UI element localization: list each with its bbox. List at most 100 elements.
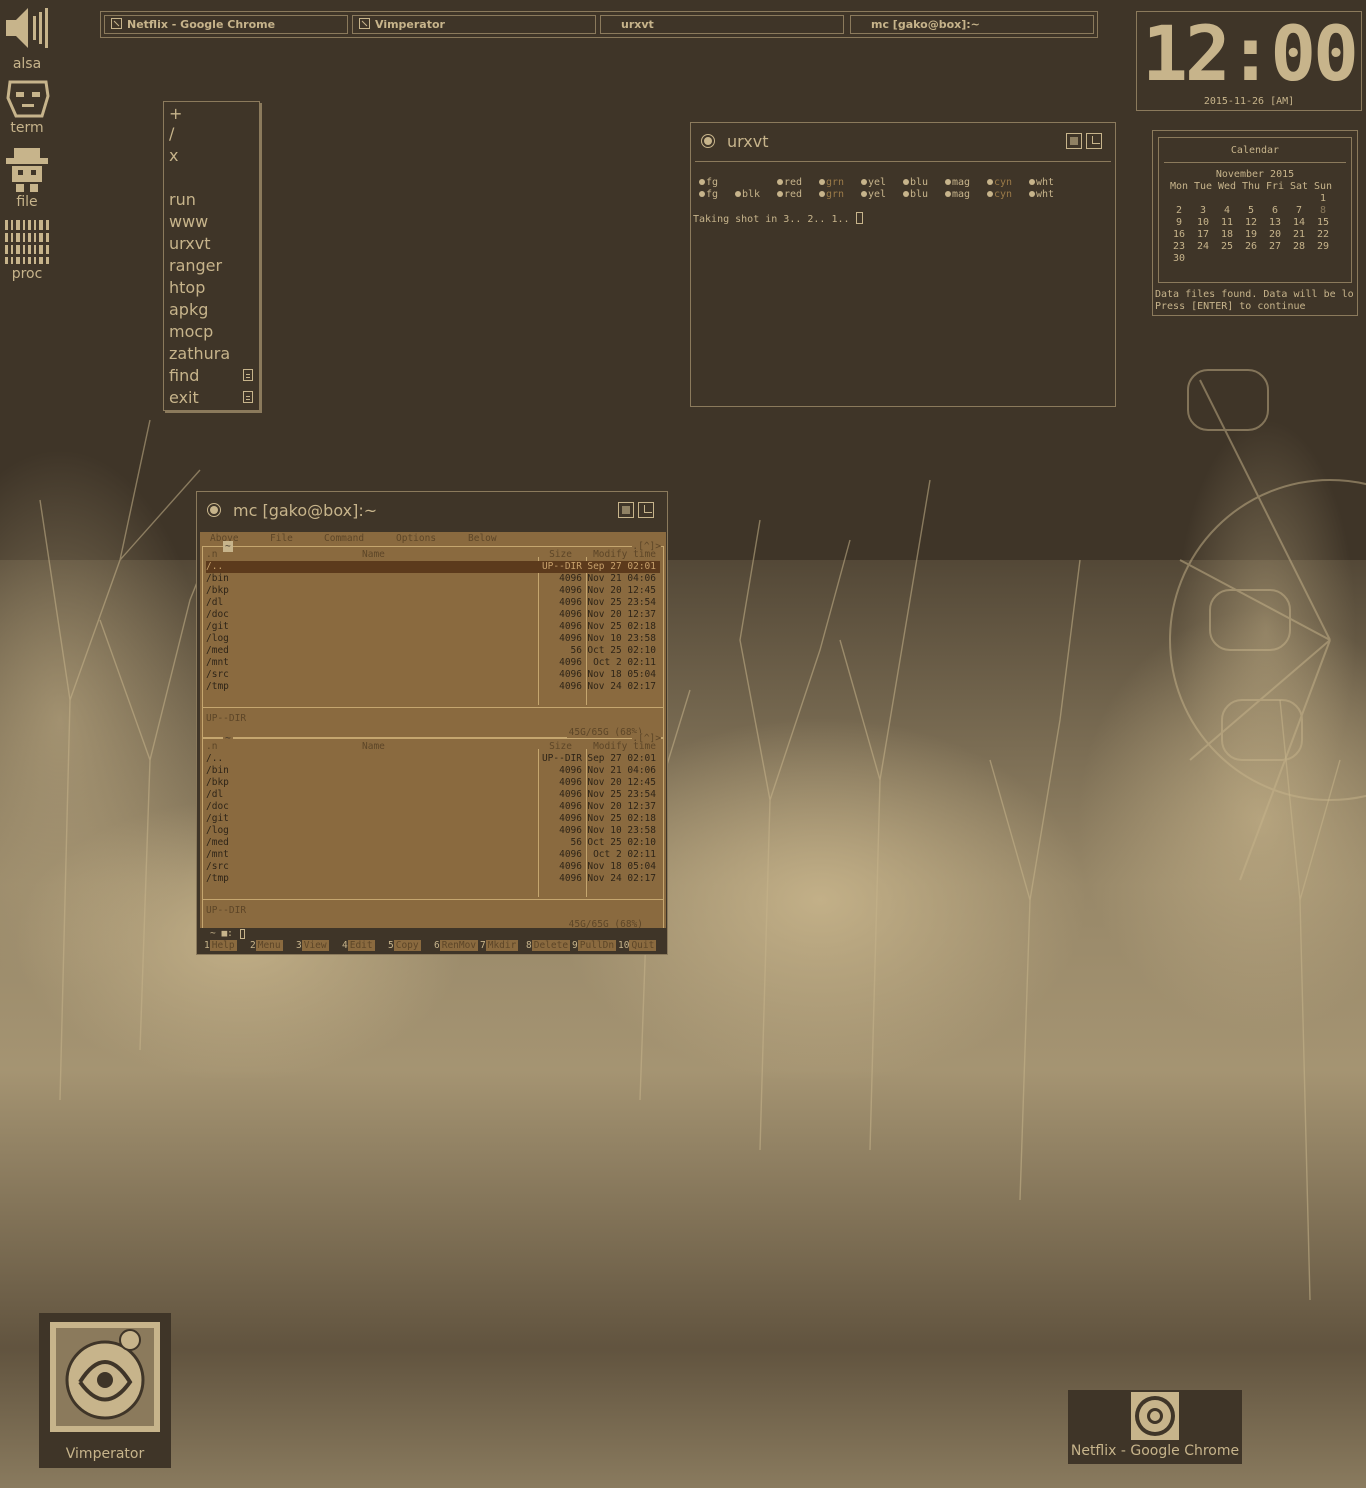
table-row[interactable]: /src 4096 Nov 18 05:04: [206, 861, 660, 873]
calendar-day[interactable]: 5: [1239, 205, 1263, 217]
menu-item-new[interactable]: +: [169, 104, 182, 123]
calendar-day[interactable]: 27: [1263, 241, 1287, 253]
table-row[interactable]: /doc 4096 Nov 20 12:37: [206, 801, 660, 813]
calendar-day[interactable]: 9: [1167, 217, 1191, 229]
task-chrome[interactable]: Netflix - Google Chrome: [104, 15, 348, 34]
close-icon[interactable]: [111, 18, 122, 29]
calendar-day[interactable]: 23: [1167, 241, 1191, 253]
table-row[interactable]: /mnt 4096 Oct 2 02:11: [206, 657, 660, 669]
table-row[interactable]: /dl 4096 Nov 25 23:54: [206, 789, 660, 801]
mc-panel-top[interactable]: ~ .[^]> .n Name Size Modify time/.. UP--DIR Sep…: [202, 541, 664, 738]
mc-menu-file[interactable]: File: [270, 533, 293, 544]
mc-fkey-view[interactable]: 3 View: [296, 940, 329, 952]
calendar-day[interactable]: 28: [1287, 241, 1311, 253]
mc-fkey-menu[interactable]: 2 Menu: [250, 940, 283, 952]
calendar-day[interactable]: 20: [1263, 229, 1287, 241]
launcher-term[interactable]: term: [0, 76, 54, 136]
calendar-day[interactable]: 17: [1191, 229, 1215, 241]
menu-item-run[interactable]: run: [169, 190, 196, 209]
menu-item-www[interactable]: www: [169, 212, 208, 231]
mc-fkey-edit[interactable]: 4 Edit: [342, 940, 375, 952]
menu-item-ranger[interactable]: ranger: [169, 256, 222, 275]
table-row[interactable]: /bkp 4096 Nov 20 12:45: [206, 585, 660, 597]
mc-fkey-mkdir[interactable]: 7 Mkdir: [480, 940, 519, 952]
menu-item-exit[interactable]: exit: [169, 388, 199, 407]
window-menu-icon[interactable]: [207, 503, 221, 517]
calendar-day[interactable]: 13: [1263, 217, 1287, 229]
iconify-icon[interactable]: [618, 502, 634, 518]
calendar-day[interactable]: 18: [1215, 229, 1239, 241]
mc-col-size[interactable]: Size: [549, 741, 572, 753]
table-row[interactable]: /log 4096 Nov 10 23:58: [206, 633, 660, 645]
task-vimperator[interactable]: Vimperator: [352, 15, 596, 34]
mc-command-line[interactable]: ~ ■:: [200, 928, 666, 940]
table-row[interactable]: /log 4096 Nov 10 23:58: [206, 825, 660, 837]
table-row[interactable]: /git 4096 Nov 25 02:18: [206, 813, 660, 825]
calendar-day[interactable]: 7: [1287, 205, 1311, 217]
mc-fkey-pulldn[interactable]: 9 PullDn: [572, 940, 617, 952]
table-row[interactable]: /med 56 Oct 25 02:10: [206, 837, 660, 849]
table-row[interactable]: /.. UP--DIR Sep 27 02:01: [206, 561, 660, 573]
table-row[interactable]: /mnt 4096 Oct 2 02:11: [206, 849, 660, 861]
mc-panel-bottom[interactable]: ~ .[^]> .n Name Size Modify time/.. UP--DIR Sep…: [202, 733, 664, 930]
table-row[interactable]: /bin 4096 Nov 21 04:06: [206, 765, 660, 777]
calendar-day[interactable]: 2: [1167, 205, 1191, 217]
calendar-day[interactable]: 22: [1311, 229, 1335, 241]
table-row[interactable]: /med 56 Oct 25 02:10: [206, 645, 660, 657]
window-titlebar[interactable]: urxvt: [691, 123, 1115, 161]
menu-item-mocp[interactable]: mocp: [169, 322, 213, 341]
mc-fkey-delete[interactable]: 8 Delete: [526, 940, 571, 952]
launcher-proc[interactable]: proc: [0, 218, 54, 282]
window-titlebar[interactable]: mc [gako@box]:~: [197, 492, 667, 530]
maximize-icon[interactable]: [1086, 133, 1102, 149]
iconify-icon[interactable]: [1066, 133, 1082, 149]
urxvt-window[interactable]: urxvt fg red grn yel blu mag cyn wht fg blk red grn…: [690, 122, 1116, 407]
calendar-day[interactable]: 24: [1191, 241, 1215, 253]
mc-menu-command[interactable]: Command: [324, 533, 364, 544]
mc-menu-options[interactable]: Options: [396, 533, 436, 544]
table-row[interactable]: /bkp 4096 Nov 20 12:45: [206, 777, 660, 789]
table-row[interactable]: /src 4096 Nov 18 05:04: [206, 669, 660, 681]
maximize-icon[interactable]: [638, 502, 654, 518]
calendar-day[interactable]: 8: [1311, 205, 1335, 217]
mc-fkey-renmov[interactable]: 6 RenMov: [434, 940, 479, 952]
calendar-day[interactable]: 1: [1311, 193, 1335, 205]
mc-col-time[interactable]: Modify time: [593, 741, 656, 753]
mc-fkey-copy[interactable]: 5 Copy: [388, 940, 421, 952]
calendar-day[interactable]: 29: [1311, 241, 1335, 253]
mc-fkey-quit[interactable]: 10 Quit: [618, 940, 657, 952]
task-urxvt[interactable]: urxvt: [600, 15, 844, 34]
table-row[interactable]: /dl 4096 Nov 25 23:54: [206, 597, 660, 609]
window-menu-icon[interactable]: [701, 134, 715, 148]
task-mc[interactable]: mc [gako@box]:~: [850, 15, 1094, 34]
menu-item-zathura[interactable]: zathura: [169, 344, 230, 363]
calendar-day[interactable]: 10: [1191, 217, 1215, 229]
calendar-day[interactable]: 19: [1239, 229, 1263, 241]
midnight-commander[interactable]: Above File Command Options Below ~ .[^]>.…: [200, 532, 666, 952]
calendar-day[interactable]: 16: [1167, 229, 1191, 241]
launcher-file[interactable]: file: [0, 146, 54, 210]
calendar-day[interactable]: 4: [1215, 205, 1239, 217]
calendar-day[interactable]: 21: [1287, 229, 1311, 241]
close-icon[interactable]: [359, 18, 370, 29]
menu-item-htop[interactable]: htop: [169, 278, 205, 297]
calendar-day[interactable]: 15: [1311, 217, 1335, 229]
menu-item-close[interactable]: x: [169, 146, 178, 165]
desktop-icon-vimperator[interactable]: Vimperator: [39, 1313, 171, 1468]
table-row[interactable]: /tmp 4096 Nov 24 02:17: [206, 873, 660, 885]
mc-col-name[interactable]: Name: [362, 741, 385, 753]
mc-col-name[interactable]: Name: [362, 549, 385, 561]
calendar-day[interactable]: 26: [1239, 241, 1263, 253]
table-row[interactable]: /tmp 4096 Nov 24 02:17: [206, 681, 660, 693]
calendar-day[interactable]: 25: [1215, 241, 1239, 253]
menu-item-urxvt[interactable]: urxvt: [169, 234, 211, 253]
calendar-day[interactable]: 14: [1287, 217, 1311, 229]
menu-item-apkg[interactable]: apkg: [169, 300, 208, 319]
table-row[interactable]: /doc 4096 Nov 20 12:37: [206, 609, 660, 621]
desktop-icon-chrome[interactable]: Netflix - Google Chrome: [1068, 1390, 1242, 1464]
calendar-day[interactable]: 6: [1263, 205, 1287, 217]
mc-col-time[interactable]: Modify time: [593, 549, 656, 561]
launcher-alsa[interactable]: alsa: [0, 4, 54, 72]
mc-col-size[interactable]: Size: [549, 549, 572, 561]
menu-item-find[interactable]: find: [169, 366, 199, 385]
